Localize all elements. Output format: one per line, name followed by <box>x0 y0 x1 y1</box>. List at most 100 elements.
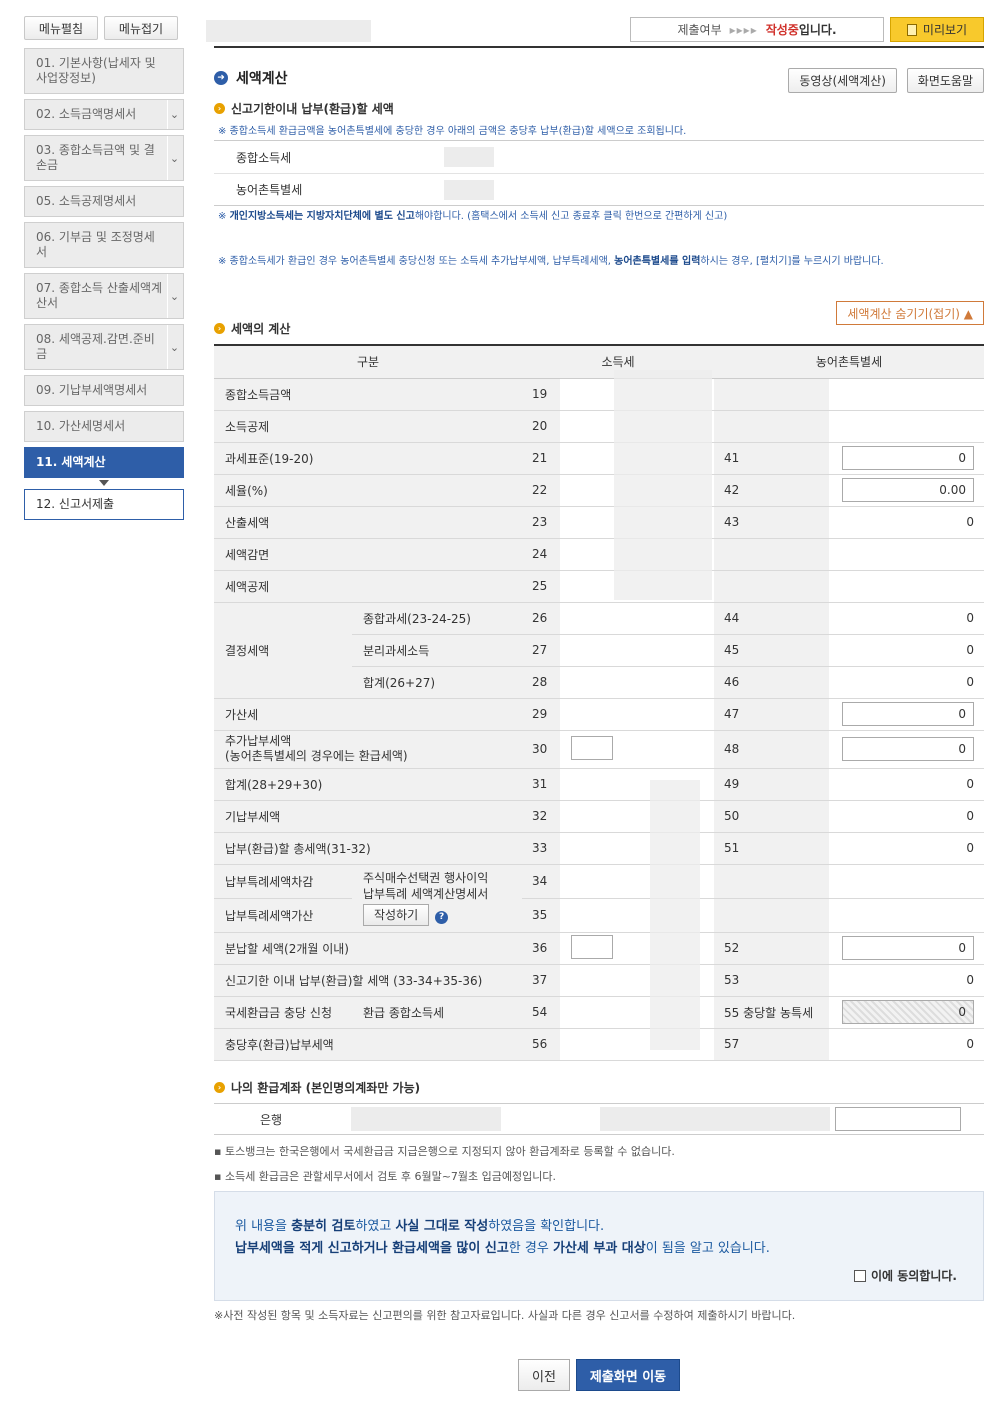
income-tax-value <box>560 730 714 769</box>
help-question-icon[interactable]: ? <box>435 911 449 924</box>
menu-collapse-button[interactable]: 메뉴접기 <box>104 16 178 40</box>
row-label: 분납할 세액(2개월 이내) <box>214 932 522 965</box>
calc-section-title: › 세액의 계산 <box>214 320 984 337</box>
refund-account-section: › 나의 환급계좌 (본인명의계좌만 가능) 은행 ▪ 토스뱅크는 한국은행에서 … <box>214 1079 984 1184</box>
sidebar-item-computed-tax[interactable]: 07. 종합소득 산출세액계산서 ⌄ <box>24 273 184 319</box>
rural-tax-value <box>829 538 984 571</box>
row-label-line: (농어촌특별세의 경우에는 환급세액) <box>225 749 408 763</box>
menu-expand-button[interactable]: 메뉴펼침 <box>24 16 98 40</box>
video-help-button[interactable]: 동영상(세액계산) <box>788 68 897 93</box>
preview-button[interactable]: 미리보기 <box>890 17 984 42</box>
confirmation-box: 위 내용을 충분히 검토하였고 사실 그대로 작성하였음을 확인합니다. 납부세… <box>214 1191 984 1301</box>
tax-base-input[interactable]: 0 <box>842 446 974 470</box>
income-tax-value <box>560 634 714 667</box>
rural-tax-value: 0 <box>829 666 984 699</box>
chevron-down-icon[interactable]: ⌄ <box>167 325 181 369</box>
redacted-bank-select <box>351 1107 501 1131</box>
agree-checkbox-group[interactable]: 이에 동의합니다. <box>853 1267 957 1284</box>
sidebar-item-basic-info[interactable]: 01. 기본사항(납세자 및 사업장정보) <box>24 48 184 94</box>
refund-amount-input[interactable]: 0 <box>842 737 974 761</box>
row-number: 34 <box>522 864 560 899</box>
arrow-right-circle-icon: ➜ <box>214 71 228 85</box>
additional-payment-input[interactable] <box>571 735 613 760</box>
expand-note: ※ 종합소득세가 환급인 경우 농어촌특별세 충당신청 또는 소득세 추가납부세… <box>218 255 984 268</box>
write-statement-button[interactable]: 작성하기 <box>363 904 430 926</box>
step-arrow-icon <box>99 480 109 486</box>
confirm-emphasis: 충분히 검토 <box>291 1219 356 1234</box>
table-row: 합계(28+29+30) 31 49 0 <box>214 768 984 801</box>
bullet-arrow-icon: › <box>214 103 225 114</box>
deadline-summary: 종합소득세 농어촌특별세 <box>214 140 984 206</box>
agree-checkbox[interactable] <box>853 1269 866 1282</box>
penalty-tax-input[interactable]: 0 <box>842 702 974 726</box>
row-number: 52 <box>714 932 829 965</box>
row-number: 44 <box>714 602 829 635</box>
confirm-text: 한 경우 <box>508 1241 553 1256</box>
note-emphasis: 농어촌특별세를 입력 <box>614 256 701 267</box>
row-label: 납부(환급)할 총세액(31-32) <box>214 832 522 865</box>
sidebar-item-label: 08. 세액공제.감면.준비금 <box>36 332 155 361</box>
chevron-down-icon[interactable]: ⌄ <box>167 100 181 129</box>
section-title-text: 세액의 계산 <box>231 322 291 336</box>
row-label: 충당후(환급)납부세액 <box>214 1028 522 1061</box>
sidebar-item-tax-credit[interactable]: 08. 세액공제.감면.준비금 ⌄ <box>24 324 184 370</box>
prev-button[interactable]: 이전 <box>518 1359 570 1391</box>
confirmation-line-1: 위 내용을 충분히 검토하였고 사실 그대로 작성하였음을 확인합니다. <box>235 1216 963 1238</box>
table-row: 소득공제 20 <box>214 410 984 443</box>
row-label: 산출세액 <box>214 506 522 539</box>
sidebar-item-total-income[interactable]: 03. 종합소득금액 및 결손금 ⌄ <box>24 135 184 181</box>
screen-help-button[interactable]: 화면도움말 <box>906 68 984 93</box>
row-number: 27 <box>522 634 560 667</box>
sidebar-item-donation[interactable]: 06. 기부금 및 조정명세서 <box>24 222 184 268</box>
preview-label: 미리보기 <box>922 23 968 37</box>
row-label: 세액공제 <box>214 570 522 603</box>
section-title-text: 신고기한이내 납부(환급)할 세액 <box>231 102 394 116</box>
sidebar-item-income-statement[interactable]: 02. 소득금액명세서 ⌄ <box>24 99 184 130</box>
status-arrows-icon: ▸▸▸▸ <box>729 22 758 37</box>
row-number: 26 <box>522 602 560 635</box>
tax-rate-input[interactable]: 0.00 <box>842 478 974 502</box>
local-tax-note: ※ 개인지방소득세는 지방자치단체에 별도 신고해야합니다. (홈택스에서 소득… <box>218 210 984 223</box>
rural-tax-value: 0 <box>829 1028 984 1061</box>
rural-tax-value <box>829 898 984 933</box>
sidebar-item-prepaid-tax[interactable]: 09. 기납부세액명세서 <box>24 375 184 406</box>
row-number: 53 <box>714 964 829 997</box>
installment-input[interactable] <box>571 934 613 959</box>
tax-calc-table: 구분 소득세 농어촌특별세 종합소득금액 19 소득공제 20 과세표준(19-… <box>214 344 984 1061</box>
go-submit-button[interactable]: 제출화면 이동 <box>576 1359 680 1391</box>
row-number: 30 <box>522 730 560 769</box>
bank-label: 은행 <box>260 1112 283 1127</box>
row-number: 51 <box>714 832 829 865</box>
row-number <box>714 898 829 933</box>
income-tax-value <box>560 602 714 635</box>
row-label: 과세표준(19-20) <box>214 442 522 475</box>
row-number <box>714 378 829 411</box>
chevron-down-icon[interactable]: ⌄ <box>167 274 181 318</box>
refund-section-title: › 나의 환급계좌 (본인명의계좌만 가능) <box>214 1079 984 1096</box>
calc-section: › 세액의 계산 구분 소득세 농어촌특별세 종합소득금액 19 소득공제 20… <box>214 320 984 1061</box>
sidebar-item-submit[interactable]: 12. 신고서제출 <box>24 489 184 520</box>
row-number: 41 <box>714 442 829 475</box>
sidebar-item-label: 10. 가산세명세서 <box>36 419 126 433</box>
row-label: 납부특례세액가산 <box>214 898 352 933</box>
row-number: 37 <box>522 964 560 997</box>
row-sublabel: 합계(26+27) <box>352 666 522 699</box>
sidebar-item-penalty-tax[interactable]: 10. 가산세명세서 <box>24 411 184 442</box>
row-number: 54 <box>522 996 560 1029</box>
col-header-rural-tax: 농어촌특별세 <box>714 344 984 379</box>
account-holder-input[interactable] <box>835 1107 961 1131</box>
summary-label: 농어촌특별세 <box>236 183 303 197</box>
chevron-down-icon[interactable]: ⌄ <box>167 136 181 180</box>
row-number: 33 <box>522 832 560 865</box>
row-number: 35 <box>522 898 560 933</box>
table-row: 산출세액 23 43 0 <box>214 506 984 539</box>
section-title-text: 나의 환급계좌 (본인명의계좌만 가능) <box>231 1081 421 1095</box>
agree-label[interactable]: 이에 동의합니다. <box>871 1267 957 1284</box>
bullet-arrow-icon: › <box>214 323 225 334</box>
table-row: 납부(환급)할 총세액(31-32) 33 51 0 <box>214 832 984 865</box>
installment-rural-input[interactable]: 0 <box>842 936 974 960</box>
sidebar-item-tax-calc[interactable]: 11. 세액계산 <box>24 447 184 478</box>
row-number: 45 <box>714 634 829 667</box>
sidebar-item-deduction[interactable]: 05. 소득공제명세서 <box>24 186 184 217</box>
row-number: 50 <box>714 800 829 833</box>
